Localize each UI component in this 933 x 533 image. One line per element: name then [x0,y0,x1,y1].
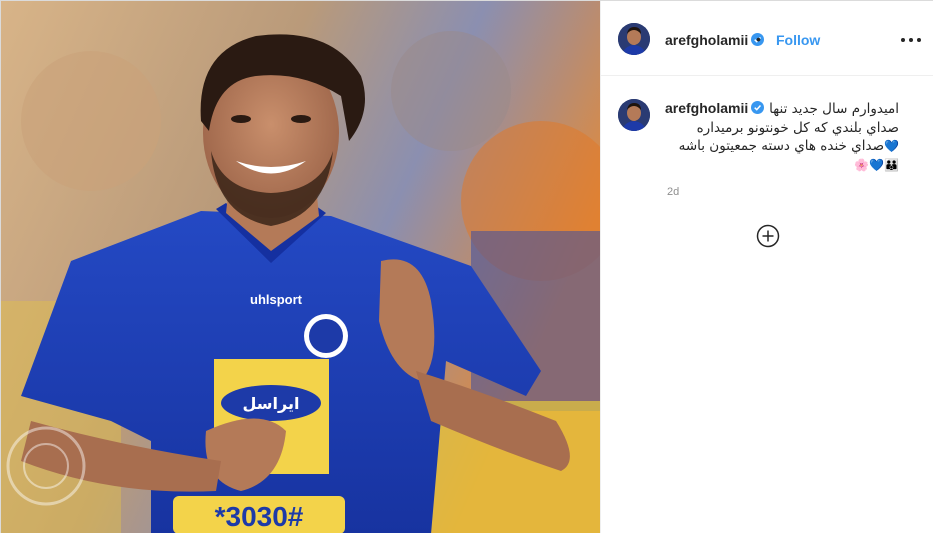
caption-emoji-line: 👪💙🌸 [665,156,899,175]
player-photo-illustration: ايراسل uhlsport *3030# [1,1,600,533]
follow-button[interactable]: Follow [776,32,820,48]
caption-line-2: صداي بلندي كه كل خونتونو برميداره [696,119,899,136]
avatar[interactable] [618,23,650,55]
profile-picture-icon [618,99,650,131]
family-heart-flower-emoji: 👪💙🌸 [854,157,899,172]
instagram-post: ايراسل uhlsport *3030# arefgholamii • Fo… [0,0,933,533]
profile-picture-icon [618,23,650,55]
blue-heart-emoji: 💙 [884,139,899,153]
caption-line-1: اميدوارم سال جديد تنها [769,101,899,117]
post-side-panel: arefgholamii • Follow arefgholamii اميدو… [600,1,933,533]
caption-text: اميدوارم سال جديد تنها صداي بلندي كه كل … [665,100,899,174]
username-link[interactable]: arefgholamii [665,32,765,48]
more-dot [917,38,921,42]
post-header: arefgholamii • Follow [601,1,933,76]
jersey-number-text: *3030# [215,501,304,532]
username-text: arefgholamii [665,32,749,48]
avatar[interactable] [618,99,650,131]
post-timestamp[interactable]: 2d [667,186,679,198]
separator-dot: • [756,31,761,47]
more-horizontal-icon[interactable] [899,29,923,49]
more-dot [901,38,905,42]
caption-line-3-text: صداي خنده هاي دسته جمعيتون باشه [678,138,885,154]
plus-circle-icon[interactable] [756,224,780,248]
post-photo[interactable]: ايراسل uhlsport *3030# [1,1,600,533]
more-dot [909,38,913,42]
jersey-sponsor-text: ايراسل [243,394,300,413]
caption-line-3: 💙صداي خنده هاي دسته جمعيتون باشه [665,137,899,156]
jersey-brand-text: uhlsport [250,292,303,307]
